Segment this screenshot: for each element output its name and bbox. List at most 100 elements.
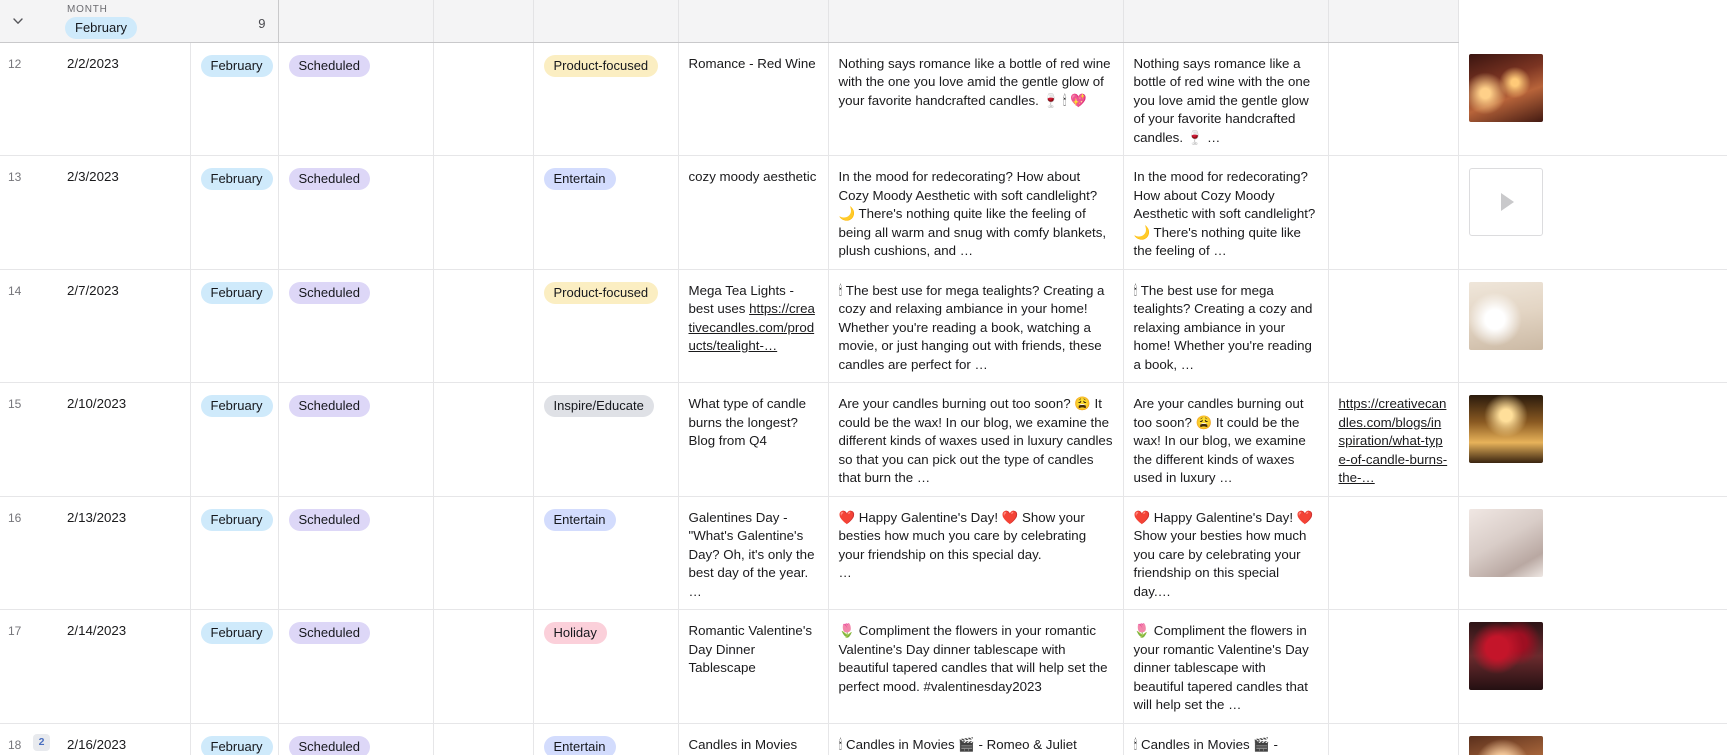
date-cell[interactable]: 2/10/2023 [57, 382, 191, 497]
caption-preview-cell[interactable]: In the mood for redecorating? How about … [1123, 155, 1329, 270]
month-cell[interactable]: February [190, 269, 279, 383]
url-cell[interactable] [1328, 496, 1459, 610]
empty-cell[interactable] [433, 155, 534, 270]
row-number-cell[interactable]: 14 [0, 269, 57, 383]
content-type-cell[interactable]: Entertain [533, 155, 679, 270]
caption-cell[interactable]: 🕯 The best use for mega tealights? Creat… [828, 269, 1124, 383]
month-cell[interactable]: February [190, 723, 279, 755]
attachment-cell[interactable] [1458, 42, 1727, 156]
date-cell[interactable]: 2/14/2023 [57, 609, 191, 724]
table-row[interactable]: 12 2/2/2023 February Scheduled Product-focus… [0, 42, 1727, 156]
row-number-cell[interactable]: 17 [0, 609, 57, 724]
status-cell[interactable]: Scheduled [278, 155, 434, 270]
url-cell[interactable] [1328, 723, 1459, 755]
date-cell[interactable]: 2/7/2023 [57, 269, 191, 383]
empty-cell[interactable] [433, 496, 534, 610]
caption-cell[interactable]: 🕯 Candles in Movies 🎬 - Romeo & Juliet W… [828, 723, 1124, 755]
caption-preview-cell[interactable]: ❤️ Happy Galentine's Day! ❤️ Show your b… [1123, 496, 1329, 610]
status-cell[interactable]: Scheduled [278, 269, 434, 383]
caption-preview-cell-text: 🕯 The best use for mega tealights? Creat… [1133, 282, 1317, 372]
post-title-cell[interactable]: Romantic Valentine's Day Dinner Tablesca… [678, 609, 829, 724]
content-type-cell[interactable]: Product-focused [533, 42, 679, 156]
post-title-cell[interactable]: Mega Tea Lights - best uses https://crea… [678, 269, 829, 383]
content-type-cell[interactable]: Product-focused [533, 269, 679, 383]
row-number-cell[interactable]: 15 [0, 382, 57, 497]
status-cell[interactable]: Scheduled [278, 42, 434, 156]
date-cell[interactable]: 2/2/2023 [57, 42, 191, 156]
caption-cell[interactable]: 🌷 Compliment the flowers in your romanti… [828, 609, 1124, 724]
row-number: 15 [8, 397, 22, 411]
url-cell[interactable] [1328, 609, 1459, 724]
group-summary-cell[interactable]: MONTH February 9 [57, 0, 279, 43]
empty-cell[interactable] [433, 382, 534, 497]
caption-preview-cell[interactable]: 🕯 The best use for mega tealights? Creat… [1123, 269, 1329, 383]
group-collapse-toggle[interactable] [0, 0, 57, 43]
attachment-cell[interactable] [1458, 496, 1727, 610]
row-number-cell[interactable]: 12 [0, 42, 57, 156]
month-cell[interactable]: February [190, 496, 279, 610]
row-number-cell[interactable]: 16 [0, 496, 57, 610]
content-type-cell[interactable]: Inspire/Educate [533, 382, 679, 497]
status-cell[interactable]: Scheduled [278, 723, 434, 755]
empty-cell[interactable] [433, 269, 534, 383]
url-cell[interactable] [1328, 269, 1459, 383]
caption-preview-cell[interactable]: 🌷 Compliment the flowers in your romanti… [1123, 609, 1329, 724]
date-cell[interactable]: 2/3/2023 [57, 155, 191, 270]
image-thumbnail[interactable] [1468, 395, 1543, 463]
content-type-cell[interactable]: Entertain [533, 496, 679, 610]
date-cell[interactable]: 2/13/2023 [57, 496, 191, 610]
table-row[interactable]: 16 2/13/2023 February Scheduled Entertain Gal… [0, 496, 1727, 610]
caption-preview-cell[interactable]: 🕯 Candles in Movies 🎬 - Romeo & Juliet W… [1123, 723, 1329, 755]
group-filler-cell [678, 0, 829, 43]
video-thumbnail[interactable] [1468, 168, 1543, 236]
month-cell[interactable]: February [190, 609, 279, 724]
table-row[interactable]: 13 2/3/2023 February Scheduled Entertain cozy… [0, 155, 1727, 270]
table-row[interactable]: 17 2/14/2023 February Scheduled Holiday Roman… [0, 609, 1727, 724]
row-number-cell[interactable]: 13 [0, 155, 57, 270]
date-cell-text: 2/13/2023 [67, 509, 127, 525]
status-cell[interactable]: Scheduled [278, 382, 434, 497]
status-cell[interactable]: Scheduled [278, 609, 434, 724]
attachment-cell[interactable] [1458, 382, 1727, 497]
caption-cell[interactable]: ❤️ Happy Galentine's Day! ❤️ Show your b… [828, 496, 1124, 610]
content-type-cell[interactable]: Holiday [533, 609, 679, 724]
post-title-cell[interactable]: Candles in Movies highlight - Romeo + Ju… [678, 723, 829, 755]
attachment-cell[interactable] [1458, 609, 1727, 724]
image-thumbnail[interactable] [1468, 54, 1543, 122]
image-thumbnail[interactable] [1468, 508, 1543, 577]
post-title-cell[interactable]: What type of candle burns the longest? B… [678, 382, 829, 497]
month-cell[interactable]: February [190, 382, 279, 497]
caption-cell[interactable]: In the mood for redecorating? How about … [828, 155, 1124, 270]
post-title-cell[interactable]: Galentines Day - "What's Galentine's Day… [678, 496, 829, 610]
caption-preview-cell[interactable]: Are your candles burning out too soon? 😩… [1123, 382, 1329, 497]
post-title-cell[interactable]: Romance - Red Wine [678, 42, 829, 156]
month-cell[interactable]: February [190, 155, 279, 270]
comment-count-badge[interactable]: 2 [33, 733, 50, 751]
table-row[interactable]: 18 2 2/16/2023 February Scheduled Entertain Ca… [0, 723, 1727, 755]
table-row[interactable]: 15 2/10/2023 February Scheduled Inspire/Educ… [0, 382, 1727, 497]
status-cell[interactable]: Scheduled [278, 496, 434, 610]
url-cell[interactable]: https://creativecandles.com/blogs/inspir… [1328, 382, 1459, 497]
image-thumbnail[interactable] [1468, 622, 1543, 690]
url-cell[interactable] [1328, 42, 1459, 156]
empty-cell[interactable] [433, 42, 534, 156]
date-cell[interactable]: 2/16/2023 [57, 723, 191, 755]
caption-cell[interactable]: Nothing says romance like a bottle of re… [828, 42, 1124, 156]
month-cell[interactable]: February [190, 42, 279, 156]
empty-cell[interactable] [433, 609, 534, 724]
chevron-down-icon[interactable] [10, 13, 26, 29]
post-title-cell[interactable]: cozy moody aesthetic [678, 155, 829, 270]
caption-preview-cell[interactable]: Nothing says romance like a bottle of re… [1123, 42, 1329, 156]
url-link[interactable]: https://creativecandles.com/blogs/inspir… [1339, 395, 1448, 488]
content-type-cell[interactable]: Entertain [533, 723, 679, 755]
attachment-cell[interactable] [1458, 723, 1727, 755]
image-thumbnail[interactable] [1468, 735, 1543, 755]
image-thumbnail[interactable] [1468, 281, 1543, 350]
row-number-cell[interactable]: 18 2 [0, 723, 57, 755]
url-cell[interactable] [1328, 155, 1459, 270]
attachment-cell[interactable] [1458, 269, 1727, 383]
empty-cell[interactable] [433, 723, 534, 755]
caption-cell[interactable]: Are your candles burning out too soon? 😩… [828, 382, 1124, 497]
table-row[interactable]: 14 2/7/2023 February Scheduled Product-focus… [0, 269, 1727, 383]
attachment-cell[interactable] [1458, 155, 1727, 270]
